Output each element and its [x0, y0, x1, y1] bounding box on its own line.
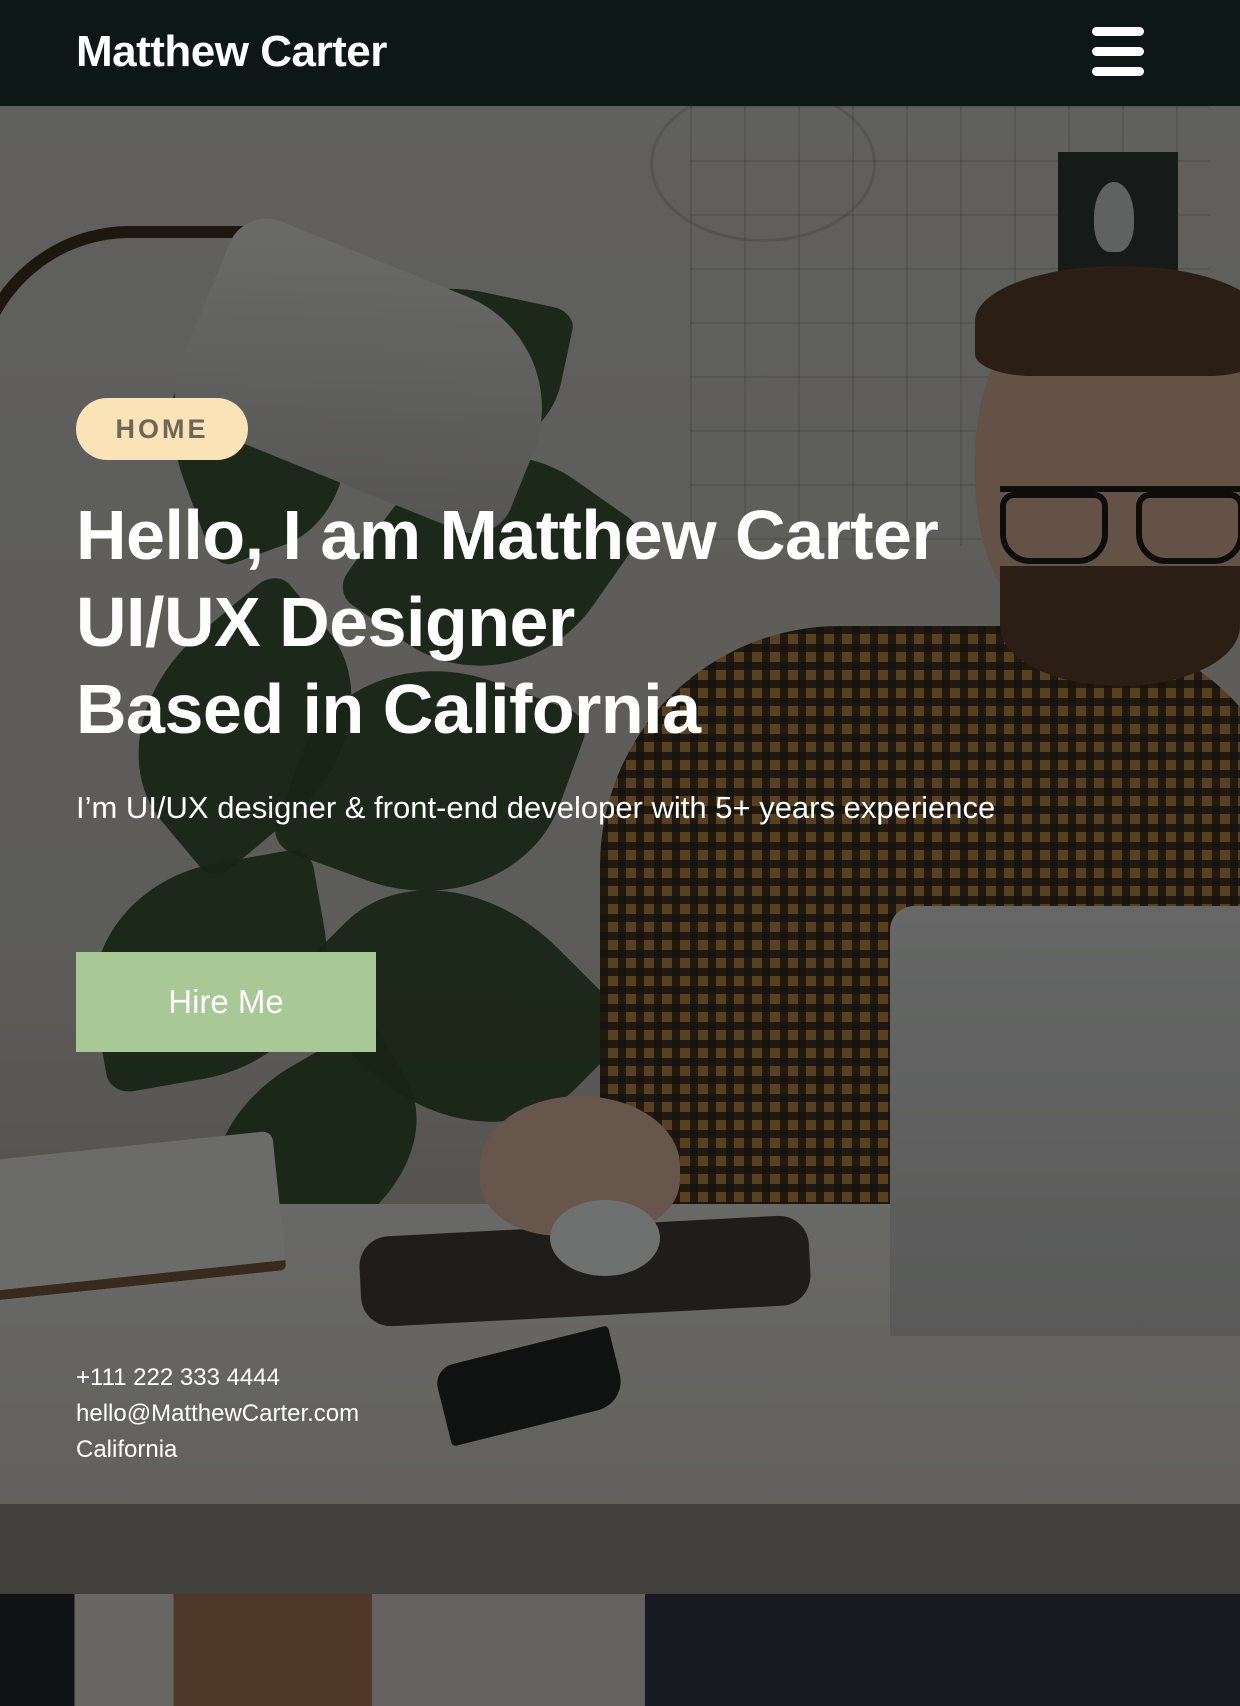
site-header: Matthew Carter — [0, 0, 1240, 106]
site-logo-text[interactable]: Matthew Carter — [76, 24, 387, 80]
hero-headline: Hello, I am Matthew Carter UI/UX Designe… — [76, 492, 1176, 753]
hero-subtitle: I’m UI/UX designer & front-end developer… — [76, 790, 996, 825]
contact-email[interactable]: hello@MatthewCarter.com — [76, 1396, 359, 1432]
section-badge: HOME — [76, 398, 248, 460]
menu-bar — [1092, 67, 1144, 76]
hire-me-button[interactable]: Hire Me — [76, 952, 376, 1052]
headline-line: UI/UX Designer — [76, 583, 575, 661]
headline-line: Based in California — [76, 670, 701, 748]
hamburger-menu-icon[interactable] — [1090, 24, 1146, 80]
menu-bar — [1092, 27, 1144, 36]
menu-bar — [1092, 47, 1144, 56]
hero-content: HOME Hello, I am Matthew Carter UI/UX De… — [0, 0, 1240, 1706]
headline-line: Hello, I am Matthew Carter — [76, 496, 939, 574]
contact-phone[interactable]: +111 222 333 4444 — [76, 1360, 359, 1396]
contact-info: +111 222 333 4444 hello@MatthewCarter.co… — [76, 1360, 359, 1468]
contact-location: California — [76, 1436, 178, 1463]
